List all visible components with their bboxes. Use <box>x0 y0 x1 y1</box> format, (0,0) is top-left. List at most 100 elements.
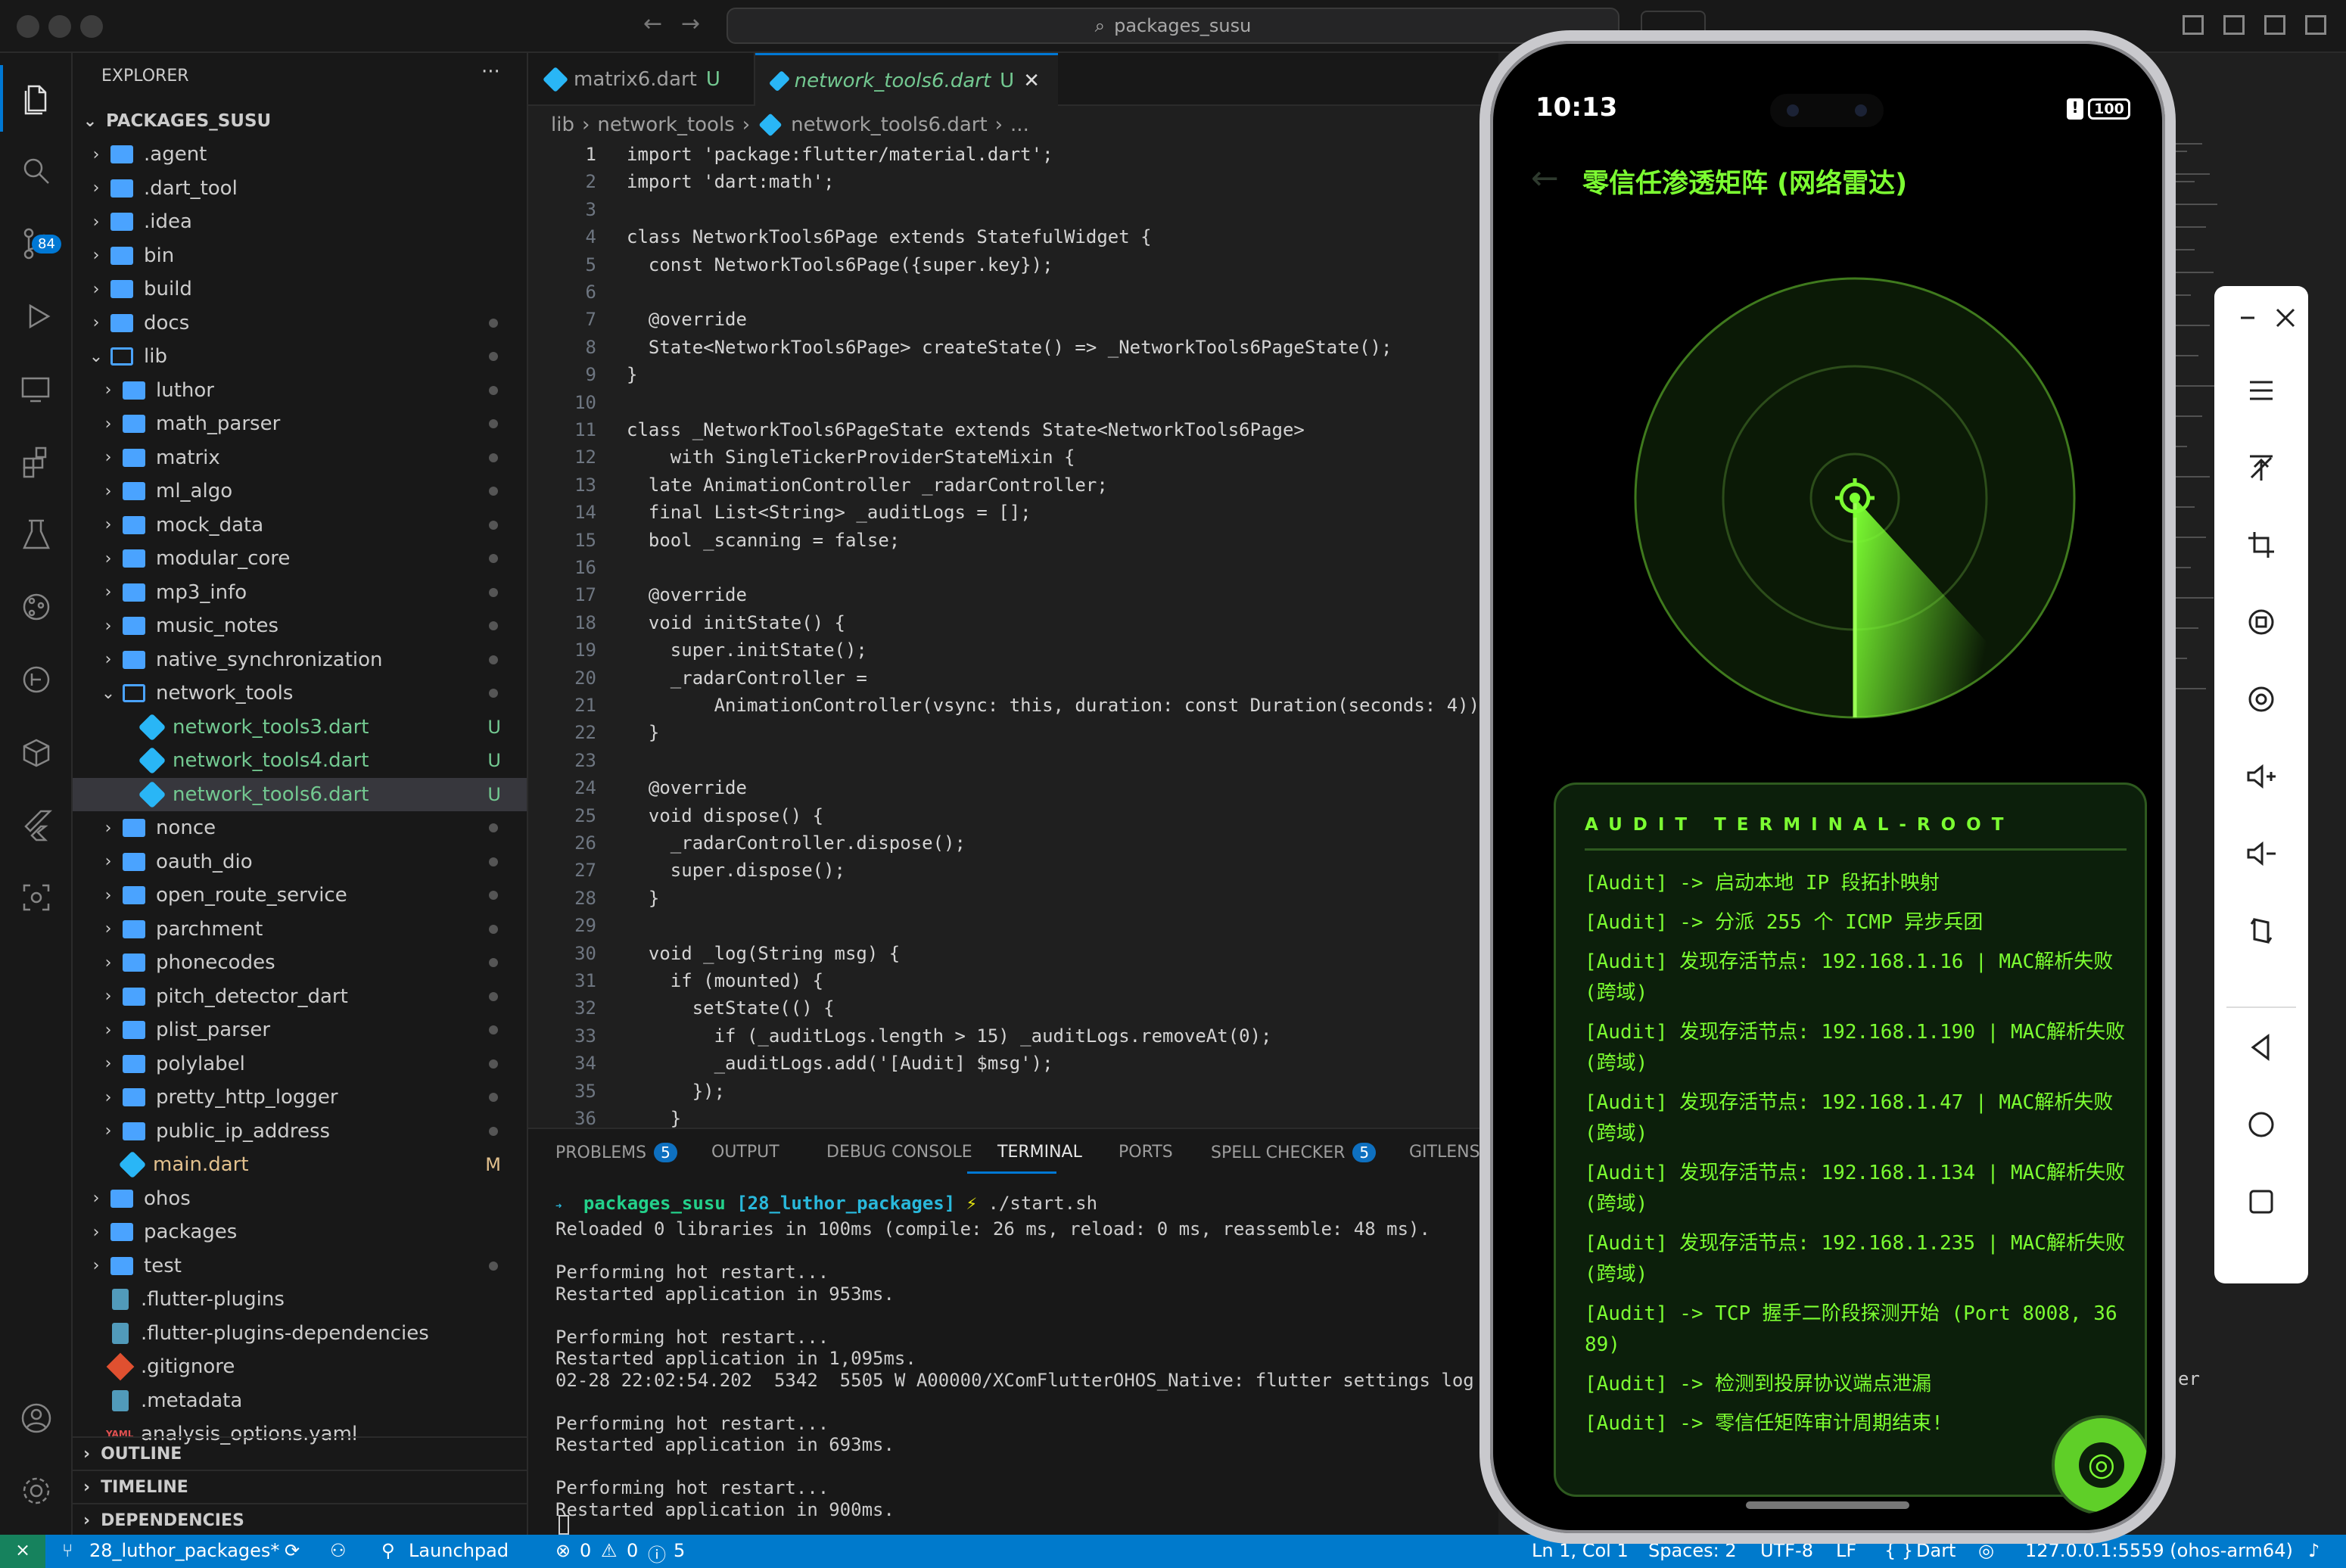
code-line[interactable]: _radarController.dispose(); <box>627 832 966 854</box>
code-line[interactable]: @override <box>627 584 747 605</box>
run-debug-icon[interactable] <box>14 294 59 339</box>
code-line[interactable]: void initState() { <box>627 612 845 633</box>
warning-count[interactable]: 0 <box>627 1540 638 1561</box>
tree-item[interactable]: › test <box>73 1249 527 1283</box>
command-center-search[interactable]: ⌕ packages_susu <box>727 8 1619 44</box>
tree-item[interactable]: › pitch_detector_dart <box>73 980 527 1013</box>
volume-down-icon[interactable] <box>2237 829 2285 878</box>
tree-item[interactable]: ⌄ lib <box>73 340 527 373</box>
tree-item[interactable]: › bin <box>73 239 527 272</box>
code-line[interactable]: _radarController = <box>627 667 867 689</box>
code-line[interactable]: const NetworkTools6Page({super.key}); <box>627 254 1053 275</box>
containers-icon[interactable] <box>14 730 59 775</box>
tree-item[interactable]: › phonecodes <box>73 946 527 979</box>
rotate-right-icon[interactable] <box>2237 675 2285 723</box>
scan-icon[interactable] <box>14 875 59 920</box>
tree-item[interactable]: ⌄ network_tools <box>73 677 527 710</box>
settings-gear-icon[interactable] <box>14 1468 59 1514</box>
panel-tab[interactable]: PROBLEMS 5 <box>555 1143 677 1162</box>
close-tab-icon[interactable]: ✕ <box>1023 70 1040 92</box>
info-count[interactable]: 5 <box>674 1540 685 1561</box>
panel-tab[interactable]: DEBUG CONSOLE <box>826 1143 972 1162</box>
code-line[interactable]: } <box>627 722 659 743</box>
code-line[interactable]: import 'dart:math'; <box>627 171 835 192</box>
code-line[interactable]: with SingleTickerProviderStateMixin { <box>627 446 1075 468</box>
tree-item[interactable]: network_tools6.dart U <box>73 777 527 811</box>
tree-item[interactable]: .flutter-plugins-dependencies <box>73 1317 527 1350</box>
gitlens-icon[interactable] <box>14 657 59 702</box>
recents-nav-icon[interactable] <box>2237 1178 2285 1226</box>
source-control-graph-icon[interactable]: ⚇ <box>330 1540 347 1561</box>
workspace-root[interactable]: ⌄ PACKAGES_SUSU <box>73 104 527 138</box>
git-graph-icon[interactable] <box>14 584 59 630</box>
launchpad-item[interactable]: Launchpad <box>409 1540 509 1561</box>
outline-section[interactable]: › OUTLINE <box>73 1436 527 1470</box>
tree-item[interactable]: › mock_data <box>73 509 527 542</box>
panel-tab[interactable]: SPELL CHECKER 5 <box>1211 1143 1377 1162</box>
rotate-left-icon[interactable] <box>2237 598 2285 646</box>
code-line[interactable]: void _log(String msg) { <box>627 943 900 964</box>
code-line[interactable]: late AnimationController _radarControlle… <box>627 474 1108 496</box>
code-line[interactable]: @override <box>627 309 747 330</box>
panel-tab[interactable]: GITLENS <box>1409 1143 1480 1162</box>
tree-item[interactable]: › build <box>73 272 527 306</box>
search-icon[interactable] <box>14 148 59 194</box>
toggle-sidebar-icon[interactable] <box>2183 15 2204 35</box>
explorer-icon[interactable] <box>14 76 59 121</box>
testing-icon[interactable] <box>14 512 59 557</box>
notifications-bell-icon[interactable]: ♪ <box>2308 1540 2320 1561</box>
tree-item[interactable]: › docs <box>73 306 527 340</box>
breadcrumb-item[interactable]: network_tools6.dart <box>791 114 988 136</box>
tree-item[interactable]: › matrix <box>73 441 527 474</box>
timeline-section[interactable]: › TIMELINE <box>73 1470 527 1503</box>
tree-item[interactable]: network_tools4.dart U <box>73 744 527 777</box>
error-count[interactable]: 0 <box>580 1540 591 1561</box>
minimize-window-button[interactable] <box>48 15 71 38</box>
code-line[interactable]: if (_auditLogs.length > 15) _auditLogs.r… <box>627 1025 1272 1047</box>
extensions-icon[interactable] <box>14 439 59 484</box>
remote-explorer-icon[interactable] <box>14 366 59 412</box>
home-indicator[interactable] <box>1746 1501 1909 1509</box>
code-line[interactable]: class _NetworkTools6PageState extends St… <box>627 419 1305 440</box>
maximize-window-button[interactable] <box>80 15 103 38</box>
breadcrumb-item[interactable]: lib <box>551 114 574 136</box>
tree-item[interactable]: › public_ip_address <box>73 1115 527 1148</box>
forward-arrow-icon[interactable]: → <box>681 11 700 37</box>
code-line[interactable]: setState(() { <box>627 997 835 1019</box>
tree-item[interactable]: › nonce <box>73 811 527 845</box>
code-line[interactable]: State<NetworkTools6Page> createState() =… <box>627 337 1392 358</box>
tree-item[interactable]: › math_parser <box>73 407 527 440</box>
code-line[interactable]: } <box>627 364 637 385</box>
panel-tab[interactable]: OUTPUT <box>711 1143 779 1162</box>
tree-item[interactable]: › modular_core <box>73 542 527 575</box>
toggle-secondary-sidebar-icon[interactable] <box>2264 15 2285 35</box>
git-branch[interactable]: 28_luthor_packages* <box>89 1540 279 1561</box>
dependencies-section[interactable]: › DEPENDENCIES <box>73 1503 527 1536</box>
volume-up-icon[interactable] <box>2237 752 2285 801</box>
crop-icon[interactable] <box>2237 521 2285 569</box>
code-line[interactable]: import 'package:flutter/material.dart'; <box>627 144 1053 165</box>
code-line[interactable]: _auditLogs.add('[Audit] $msg'); <box>627 1053 1053 1074</box>
code-line[interactable]: } <box>627 1108 681 1129</box>
tree-item[interactable]: .flutter-plugins <box>73 1283 527 1316</box>
tree-item[interactable]: › oauth_dio <box>73 845 527 879</box>
code-line[interactable]: if (mounted) { <box>627 970 823 991</box>
tree-item[interactable]: .gitignore <box>73 1350 527 1383</box>
tree-item[interactable]: › native_synchronization <box>73 643 527 677</box>
tree-item[interactable]: main.dart M <box>73 1148 527 1181</box>
tree-item[interactable]: .metadata <box>73 1384 527 1417</box>
tree-item[interactable]: › parchment <box>73 913 527 946</box>
fold-device-icon[interactable] <box>2237 907 2285 955</box>
panel-tab[interactable]: TERMINAL <box>997 1143 1082 1162</box>
code-line[interactable]: final List<String> _auditLogs = []; <box>627 502 1031 523</box>
tree-item[interactable]: › packages <box>73 1215 527 1249</box>
home-nav-icon[interactable] <box>2237 1100 2285 1149</box>
tree-item[interactable]: › plist_parser <box>73 1013 527 1047</box>
tree-item[interactable]: › mp3_info <box>73 576 527 609</box>
remote-indicator-icon[interactable]: ⨯ <box>0 1535 45 1568</box>
code-line[interactable]: class NetworkTools6Page extends Stateful… <box>627 226 1152 247</box>
pin-on-top-icon[interactable] <box>2237 443 2285 492</box>
tree-item[interactable]: › .dart_tool <box>73 172 527 205</box>
code-line[interactable]: super.initState(); <box>627 639 867 661</box>
terminal-output[interactable]: Reloaded 0 libraries in 100ms (compile: … <box>555 1218 1507 1520</box>
